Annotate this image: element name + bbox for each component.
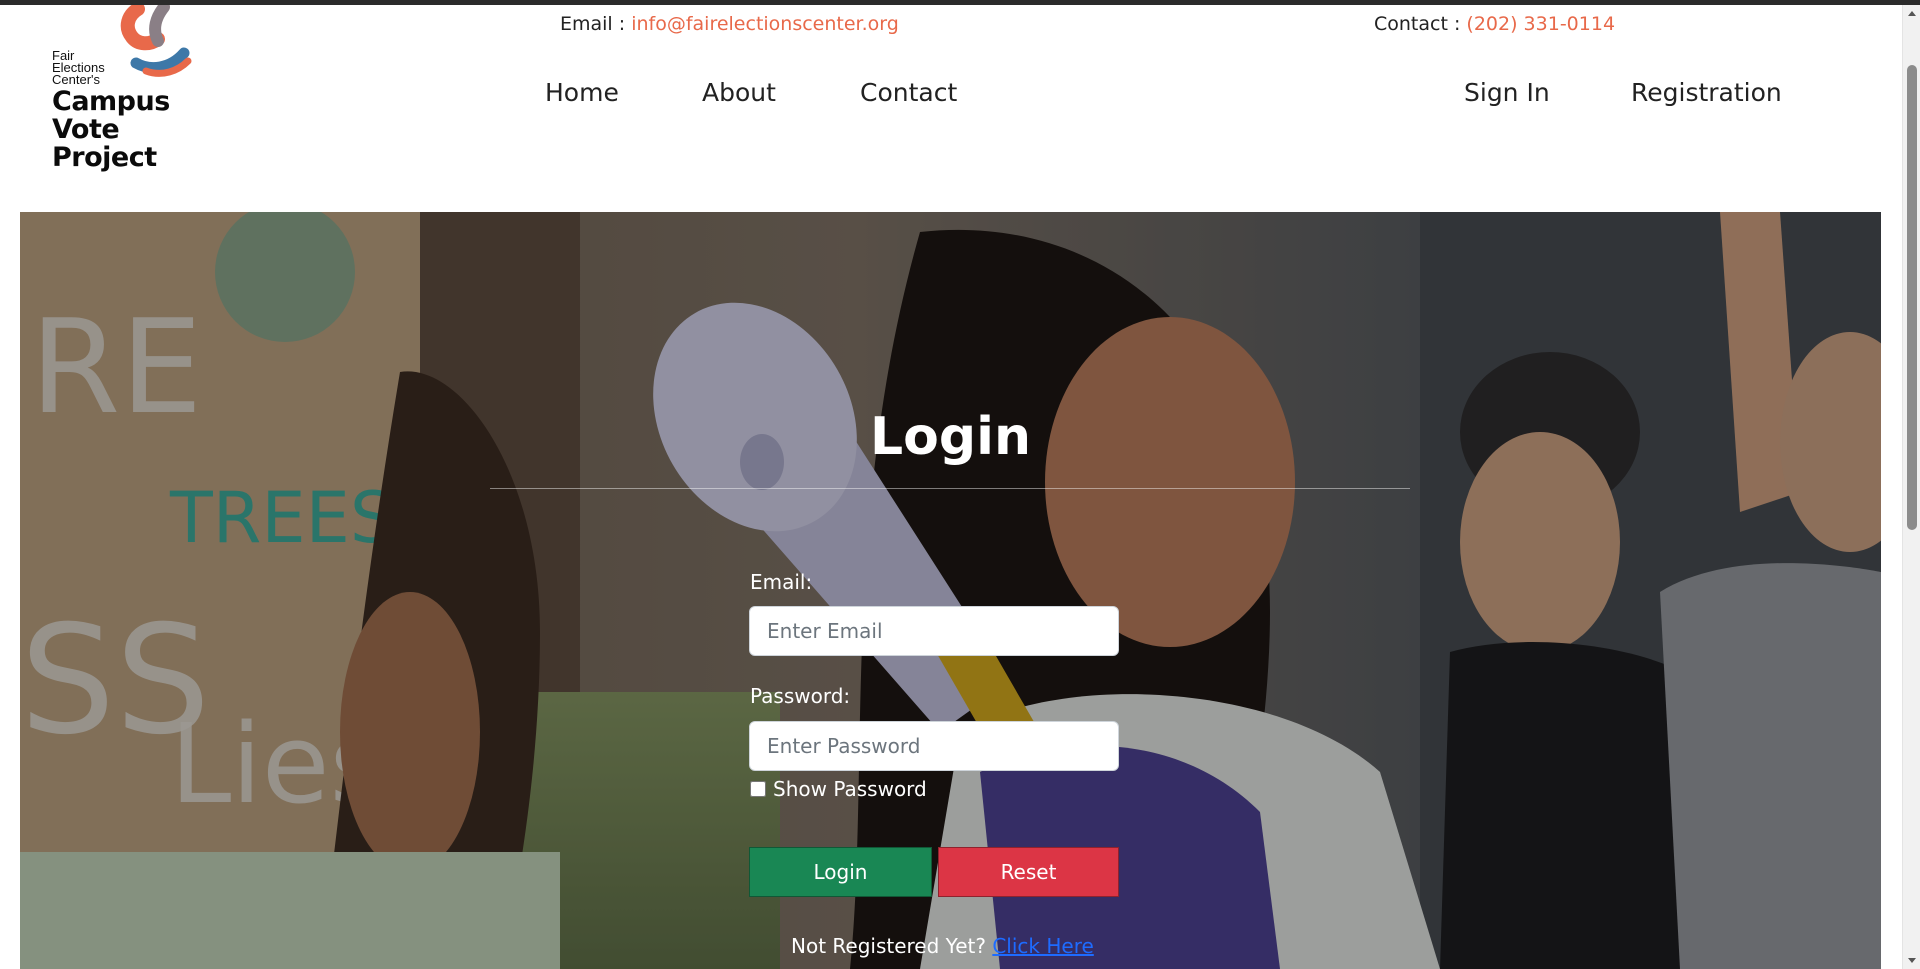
show-password-label[interactable]: Show Password bbox=[773, 777, 927, 801]
login-title: Login bbox=[870, 407, 1031, 467]
window-top-border bbox=[0, 0, 1920, 5]
logo-text-project: Project bbox=[52, 142, 157, 173]
nav-home[interactable]: Home bbox=[545, 78, 619, 107]
nav-about-link[interactable]: About bbox=[702, 78, 776, 107]
nav-sign-in[interactable]: Sign In bbox=[1464, 78, 1550, 107]
show-password-toggle[interactable]: Show Password bbox=[750, 777, 927, 801]
vertical-scrollbar[interactable] bbox=[1902, 5, 1920, 969]
password-input[interactable] bbox=[749, 721, 1119, 771]
nav-about[interactable]: About bbox=[702, 78, 776, 107]
campus-vote-project-logo[interactable]: Fair Elections Center's Campus Vote Proj… bbox=[52, 5, 192, 175]
click-here-link[interactable]: Click Here bbox=[992, 934, 1093, 958]
contact-label: Contact : bbox=[1374, 13, 1461, 35]
logo-text-campus: Campus bbox=[52, 86, 170, 117]
scrollbar-thumb[interactable] bbox=[1907, 65, 1917, 530]
header-contact: Contact : (202) 331-0114 bbox=[1374, 13, 1615, 35]
password-label: Password: bbox=[750, 684, 851, 708]
email-link[interactable]: info@fairelectionscenter.org bbox=[631, 13, 899, 35]
email-label: Email: bbox=[750, 570, 813, 594]
login-button[interactable]: Login bbox=[749, 847, 932, 897]
phone-link[interactable]: (202) 331-0114 bbox=[1466, 13, 1615, 35]
nav-registration[interactable]: Registration bbox=[1631, 78, 1782, 107]
header-email: Email : info@fairelectionscenter.org bbox=[560, 13, 899, 35]
title-divider bbox=[490, 488, 1410, 489]
not-registered-text: Not Registered Yet? bbox=[791, 934, 986, 958]
nav-home-link[interactable]: Home bbox=[545, 78, 619, 107]
show-password-checkbox[interactable] bbox=[750, 781, 766, 797]
not-registered-prompt: Not Registered Yet? Click Here bbox=[791, 934, 1094, 958]
logo-text-centers: Center's bbox=[52, 72, 101, 87]
scroll-up-arrow-icon[interactable] bbox=[1908, 11, 1916, 16]
scroll-down-arrow-icon[interactable] bbox=[1908, 958, 1916, 963]
hero-section: RE TREES SS Lies Login Email: Password: … bbox=[20, 212, 1881, 969]
email-input[interactable] bbox=[749, 606, 1119, 656]
logo-mark-icon bbox=[120, 5, 192, 77]
nav-sign-in-link[interactable]: Sign In bbox=[1464, 78, 1550, 107]
nav-contact[interactable]: Contact bbox=[860, 78, 957, 107]
reset-button[interactable]: Reset bbox=[938, 847, 1119, 897]
nav-registration-link[interactable]: Registration bbox=[1631, 78, 1782, 107]
logo-text-vote: Vote bbox=[52, 114, 120, 145]
email-label: Email : bbox=[560, 13, 626, 35]
nav-contact-link[interactable]: Contact bbox=[860, 78, 957, 107]
